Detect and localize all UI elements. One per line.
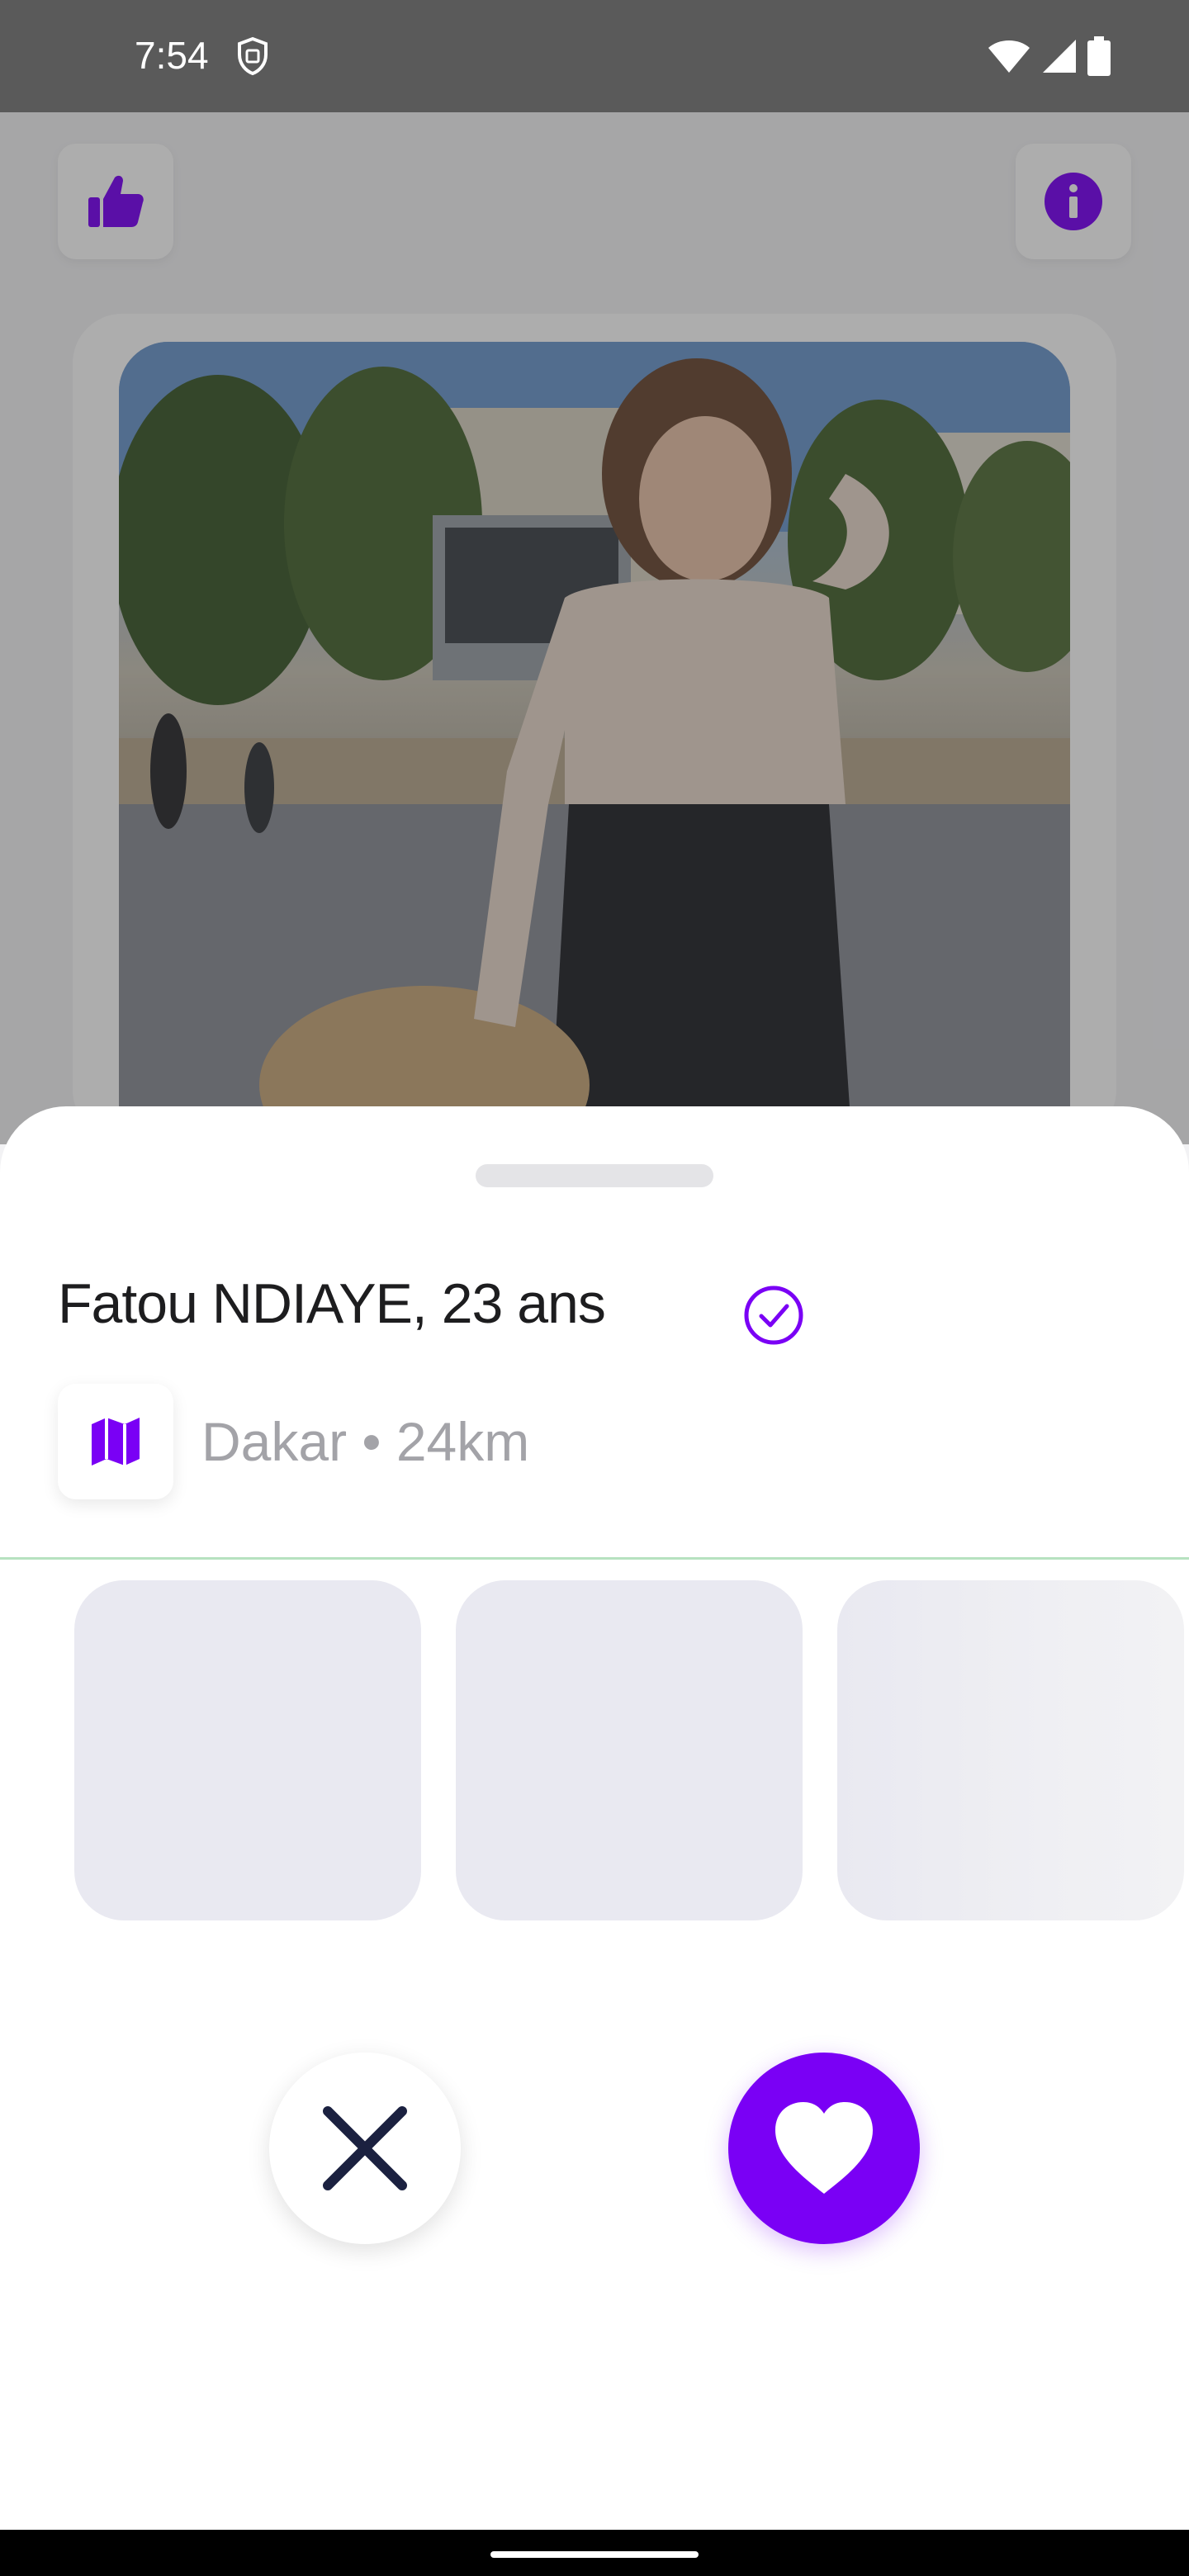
photo-thumbnail[interactable] xyxy=(74,1580,421,1920)
wifi-icon xyxy=(988,40,1030,73)
home-gesture-handle[interactable] xyxy=(490,2551,699,2558)
system-nav-bar xyxy=(0,2530,1189,2576)
status-time: 7:54 xyxy=(135,34,209,77)
status-icons xyxy=(987,36,1111,76)
like-button[interactable] xyxy=(728,2053,920,2244)
sheet-drag-handle[interactable] xyxy=(476,1164,713,1187)
screen: 7:54 Fatou NDIAYE, 23 ans Dakar • 24km xyxy=(0,0,1189,2576)
dim-overlay[interactable] xyxy=(0,112,1189,1144)
profile-bottom-sheet: Fatou NDIAYE, 23 ans Dakar • 24km xyxy=(0,1106,1189,2530)
location-icon-box xyxy=(58,1384,173,1499)
status-bar: 7:54 xyxy=(0,0,1189,112)
divider xyxy=(0,1557,1189,1560)
close-icon xyxy=(323,2106,407,2190)
profile-name-age: Fatou NDIAYE, 23 ans xyxy=(58,1272,606,1335)
vpn-icon xyxy=(238,36,268,76)
map-icon xyxy=(92,1418,140,1466)
cell-signal-icon xyxy=(1043,40,1076,73)
photo-thumbnail[interactable] xyxy=(456,1580,803,1920)
dislike-button[interactable] xyxy=(269,2053,461,2244)
verified-check-icon xyxy=(744,1286,803,1345)
location-text: Dakar • 24km xyxy=(201,1411,530,1472)
heart-icon xyxy=(775,2102,873,2194)
photo-thumbnail[interactable] xyxy=(837,1580,1184,1920)
battery-icon xyxy=(1087,36,1111,76)
